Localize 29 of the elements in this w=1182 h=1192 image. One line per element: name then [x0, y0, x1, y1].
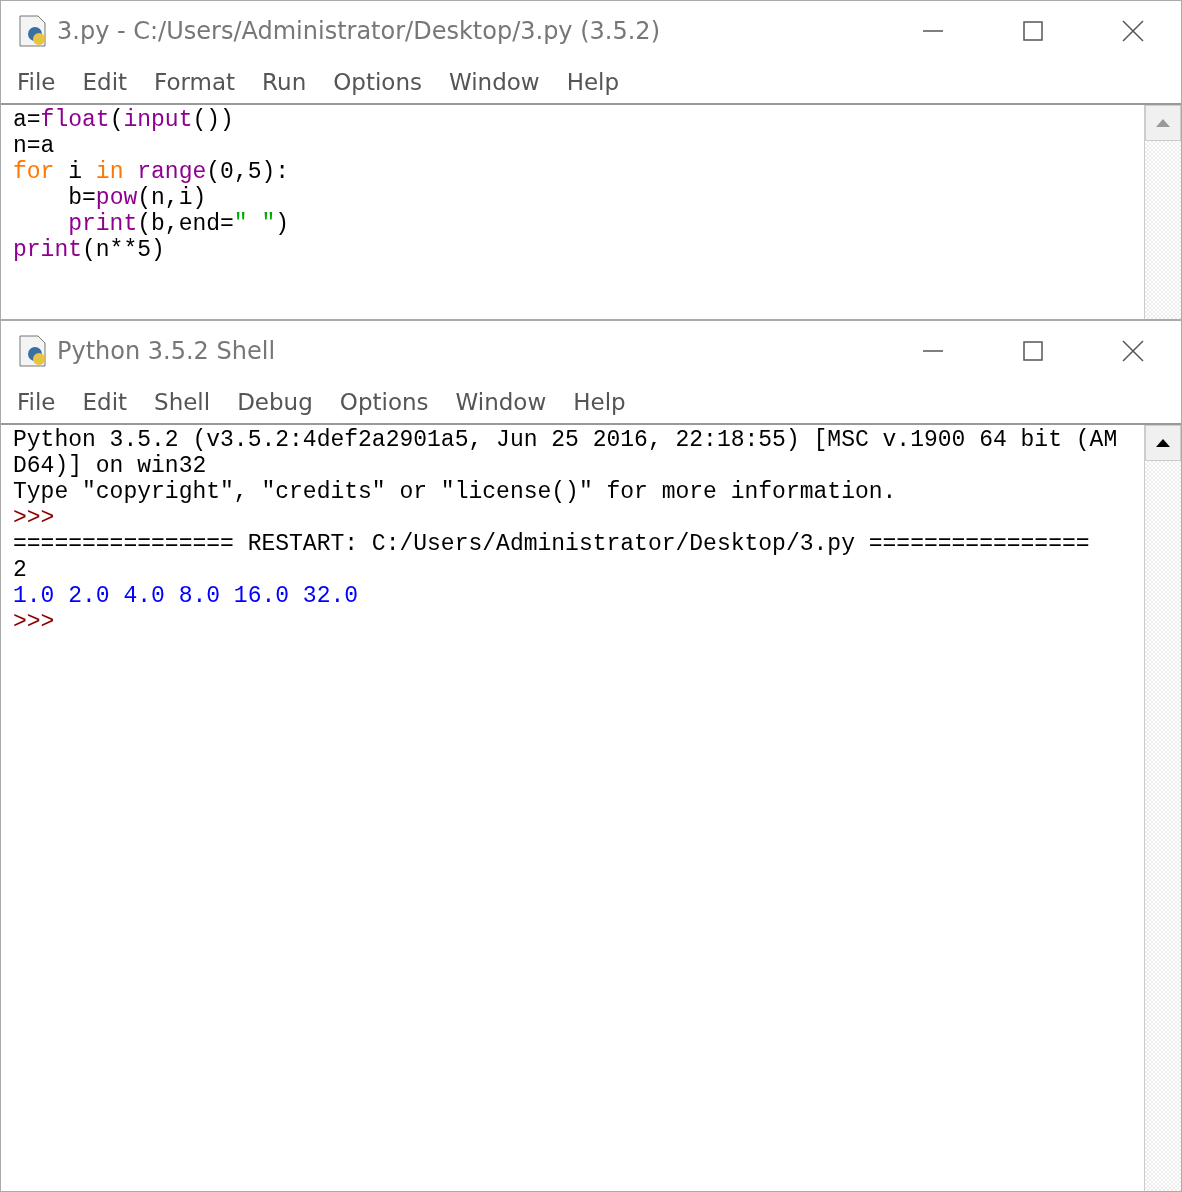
menu-item[interactable]: Help — [573, 389, 626, 415]
maximize-icon[interactable] — [1021, 339, 1045, 363]
menu-item[interactable]: Help — [566, 69, 620, 95]
menu-item[interactable]: Window — [455, 389, 547, 415]
menu-item[interactable]: Format — [154, 69, 236, 95]
menu-item[interactable]: Run — [262, 69, 307, 95]
shell-output[interactable]: Python 3.5.2 (v3.5.2:4def2a2901a5, Jun 25 2016, 22:18:55) [MSC v.1900 64 bit (AM D64)] on win32 Type "copyright", "credits" or "license()" for more information. >>> ================ RESTART: C:/Users/Administrator/Desktop/3.py ================ 2 1.0 2.0 4.0 8.0 16.0 32.0 >>> — [1, 425, 1144, 1191]
menu-item[interactable]: File — [17, 389, 56, 415]
scroll-up-button[interactable] — [1145, 425, 1181, 461]
python-file-icon — [17, 334, 49, 368]
scrollbar[interactable] — [1144, 425, 1181, 1191]
menu-item[interactable]: Debug — [237, 389, 313, 415]
menu-item[interactable]: Options — [333, 69, 422, 95]
menu-item[interactable]: Edit — [82, 389, 128, 415]
close-icon[interactable] — [1121, 339, 1145, 363]
menu-item[interactable]: File — [17, 69, 56, 95]
window-title: 3.py - C:/Users/Administrator/Desktop/3.py (3.5.2) — [57, 17, 661, 45]
up-arrow-icon — [1155, 118, 1171, 128]
window-title: Python 3.5.2 Shell — [57, 337, 277, 365]
scrollbar[interactable] — [1144, 105, 1181, 319]
code-editor[interactable]: a=float(input()) n=a for i in range(0,5): b=pow(n,i) print(b,end=" ") print(n**5) — [1, 105, 1144, 319]
python-file-icon — [17, 14, 49, 48]
menu-item[interactable]: Options — [339, 389, 429, 415]
menu-item[interactable]: Shell — [154, 389, 211, 415]
menu-item[interactable]: Window — [448, 69, 540, 95]
close-icon[interactable] — [1121, 19, 1145, 43]
up-arrow-icon — [1155, 438, 1171, 448]
menu-item[interactable]: Edit — [82, 69, 128, 95]
maximize-icon[interactable] — [1021, 19, 1045, 43]
